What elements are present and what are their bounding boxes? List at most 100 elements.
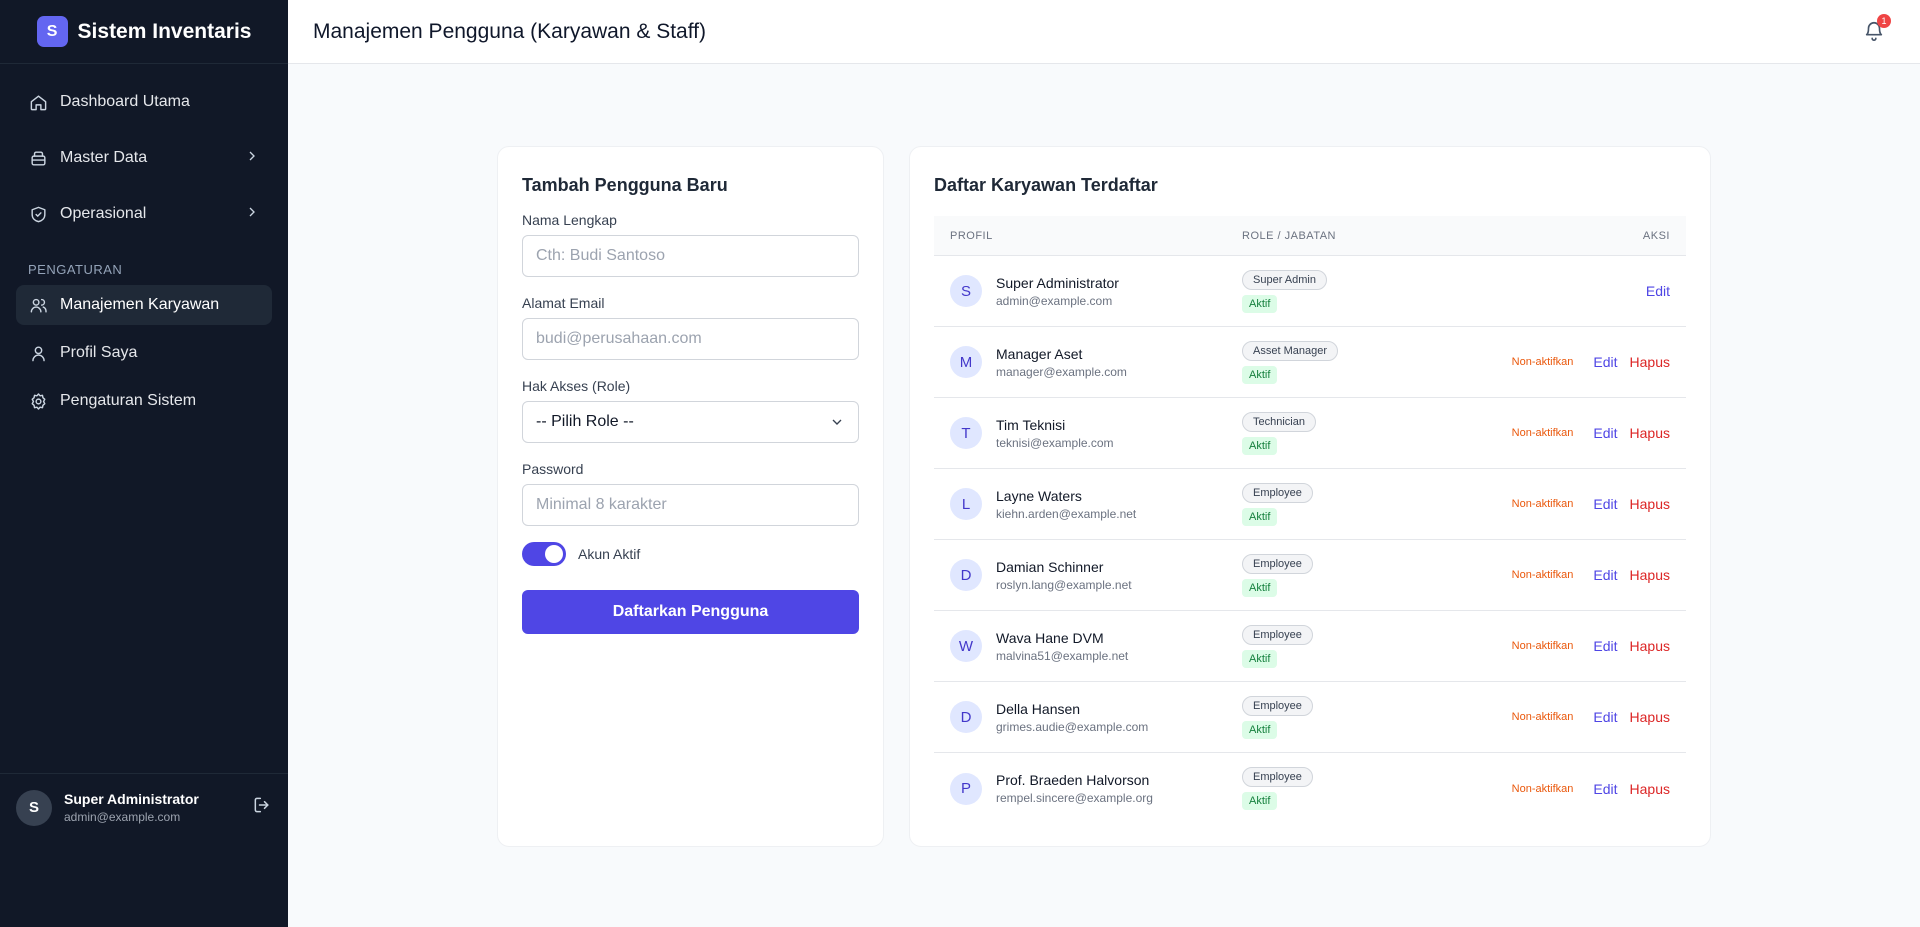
status-badge: Aktif [1242,649,1278,668]
edit-button[interactable]: Edit [1593,354,1617,370]
employee-name: Manager Aset [996,345,1083,362]
employee-table: PROFIL ROLE / JABATAN AKSI S Super Admini… [934,216,1686,824]
employee-email: rempel.sincere@example.org [996,791,1153,805]
register-user-button[interactable]: Daftarkan Pengguna [522,590,859,634]
profile-cell: S Super Administrator admin@example.com [934,275,1242,308]
role-label: Hak Akses (Role) [522,378,631,394]
deactivate-button[interactable]: Non-aktifkan [1512,356,1574,368]
notification-button[interactable]: 1 [1863,13,1891,44]
add-user-card: Tambah Pengguna Baru Nama Lengkap Alamat… [497,146,884,847]
employee-name: Prof. Braeden Halvorson [996,772,1150,788]
badges: Super Admin Aktif [1242,269,1442,313]
deactivate-button[interactable]: Non-aktifkan [1512,783,1574,795]
edit-button[interactable]: Edit [1593,496,1617,512]
role-cell: Employee Aktif [1242,553,1442,597]
deactivate-button[interactable]: Non-aktifkan [1512,427,1574,439]
profile-cell: W Wava Hane DVM malvina51@example.net [934,630,1242,663]
archive-icon [28,148,48,168]
edit-button[interactable]: Edit [1593,709,1617,725]
name-field-group: Nama Lengkap [522,212,859,277]
user-name: Super Administrator [64,791,199,807]
delete-button[interactable]: Hapus [1630,496,1670,512]
active-toggle-row: Akun Aktif [522,542,859,566]
edit-button[interactable]: Edit [1593,567,1617,583]
status-badge: Aktif [1242,294,1278,313]
role-cell: Employee Aktif [1242,767,1442,810]
employee-email: roslyn.lang@example.net [996,577,1132,592]
sidebar-item-label: Manajemen Karyawan [60,296,220,313]
column-header-role: ROLE / JABATAN [1242,229,1337,242]
profile: P Prof. Braeden Halvorson rempel.sincere@e… [950,772,1242,805]
profile: M Manager Aset manager@example.com [950,346,1242,379]
role-select[interactable]: -- Pilih Role -- [522,401,859,443]
employee-name: Tim Teknisi [996,416,1066,433]
edit-button[interactable]: Edit [1646,283,1670,299]
row-actions: Non-aktifkan Edit Hapus [1442,496,1670,512]
employee-email: manager@example.com [996,364,1127,379]
column-header-action: AKSI [1642,229,1670,242]
delete-button[interactable]: Hapus [1630,354,1670,370]
action-cell: Non-aktifkan Edit Hapus [1442,567,1686,583]
employee-name: Della Hansen [996,700,1081,717]
status-badge: Aktif [1242,720,1278,739]
logout-icon[interactable] [252,795,272,820]
chevron-right-icon [244,204,260,225]
sidebar-item-label: Dashboard Utama [60,93,190,110]
row-actions: Non-aktifkan Edit Hapus [1442,638,1670,654]
brand-logo: S [36,16,68,47]
email-field-group: Alamat Email [522,295,859,360]
active-toggle[interactable] [522,542,566,566]
avatar: S [950,275,982,307]
password-input[interactable] [522,484,859,526]
row-actions: Non-aktifkan Edit Hapus [1442,781,1670,797]
profile: D Damian Schinner roslyn.lang@example.net [950,559,1242,592]
sidebar-item-operasional[interactable]: Operasional [16,192,272,236]
sidebar-item-master-data[interactable]: Master Data [16,136,272,180]
edit-button[interactable]: Edit [1593,425,1617,441]
badges: Asset Manager Aktif [1242,340,1442,384]
action-cell: Non-aktifkan Edit Hapus [1442,425,1686,441]
list-title: Daftar Karyawan Terdaftar [934,175,1158,195]
delete-button[interactable]: Hapus [1630,781,1670,797]
profile-cell: D Della Hansen grimes.audie@example.com [934,701,1242,734]
status-badge: Aktif [1242,792,1278,810]
sidebar-item-manajemen-karyawan[interactable]: Manajemen Karyawan [16,285,272,325]
users-icon [28,295,48,315]
employee-email: kiehn.arden@example.net [996,506,1137,521]
deactivate-button[interactable]: Non-aktifkan [1512,640,1574,652]
table-row: P Prof. Braeden Halvorson rempel.sincere@e… [934,753,1686,824]
password-label: Password [522,461,584,477]
action-cell: Non-aktifkan Edit Hapus [1442,781,1686,797]
sidebar-item-label: Master Data [60,149,148,166]
email-input[interactable] [522,318,859,360]
row-actions: Edit [1442,283,1670,299]
sidebar-item-pengaturan-sistem[interactable]: Pengaturan Sistem [16,381,272,421]
profile-text: Prof. Braeden Halvorson rempel.sincere@ex… [996,772,1153,805]
role-cell: Employee Aktif [1242,624,1442,668]
status-badge: Aktif [1242,436,1278,455]
deactivate-button[interactable]: Non-aktifkan [1512,711,1574,723]
deactivate-button[interactable]: Non-aktifkan [1512,569,1574,581]
table-row: W Wava Hane DVM malvina51@example.net Emplo… [934,611,1686,682]
sidebar-item-dashboard[interactable]: Dashboard Utama [16,80,272,124]
delete-button[interactable]: Hapus [1630,567,1670,583]
role-cell: Super Admin Aktif [1242,269,1442,313]
avatar: M [950,346,982,378]
role-cell: Asset Manager Aktif [1242,340,1442,384]
delete-button[interactable]: Hapus [1630,425,1670,441]
table-header: PROFIL ROLE / JABATAN AKSI [934,216,1686,256]
brand[interactable]: S Sistem Inventaris [0,0,288,64]
sidebar-item-profil-saya[interactable]: Profil Saya [16,333,272,373]
delete-button[interactable]: Hapus [1630,638,1670,654]
profile: W Wava Hane DVM malvina51@example.net [950,630,1242,663]
delete-button[interactable]: Hapus [1630,709,1670,725]
email-label: Alamat Email [522,295,605,311]
sidebar-nav: Dashboard Utama Master Data Operasional … [0,64,288,773]
edit-button[interactable]: Edit [1593,638,1617,654]
user-info: Super Administrator admin@example.com [64,791,240,824]
edit-button[interactable]: Edit [1593,781,1617,797]
badges: Employee Aktif [1242,695,1442,739]
deactivate-button[interactable]: Non-aktifkan [1512,498,1574,510]
name-input[interactable] [522,235,859,277]
form-title: Tambah Pengguna Baru [522,175,728,195]
